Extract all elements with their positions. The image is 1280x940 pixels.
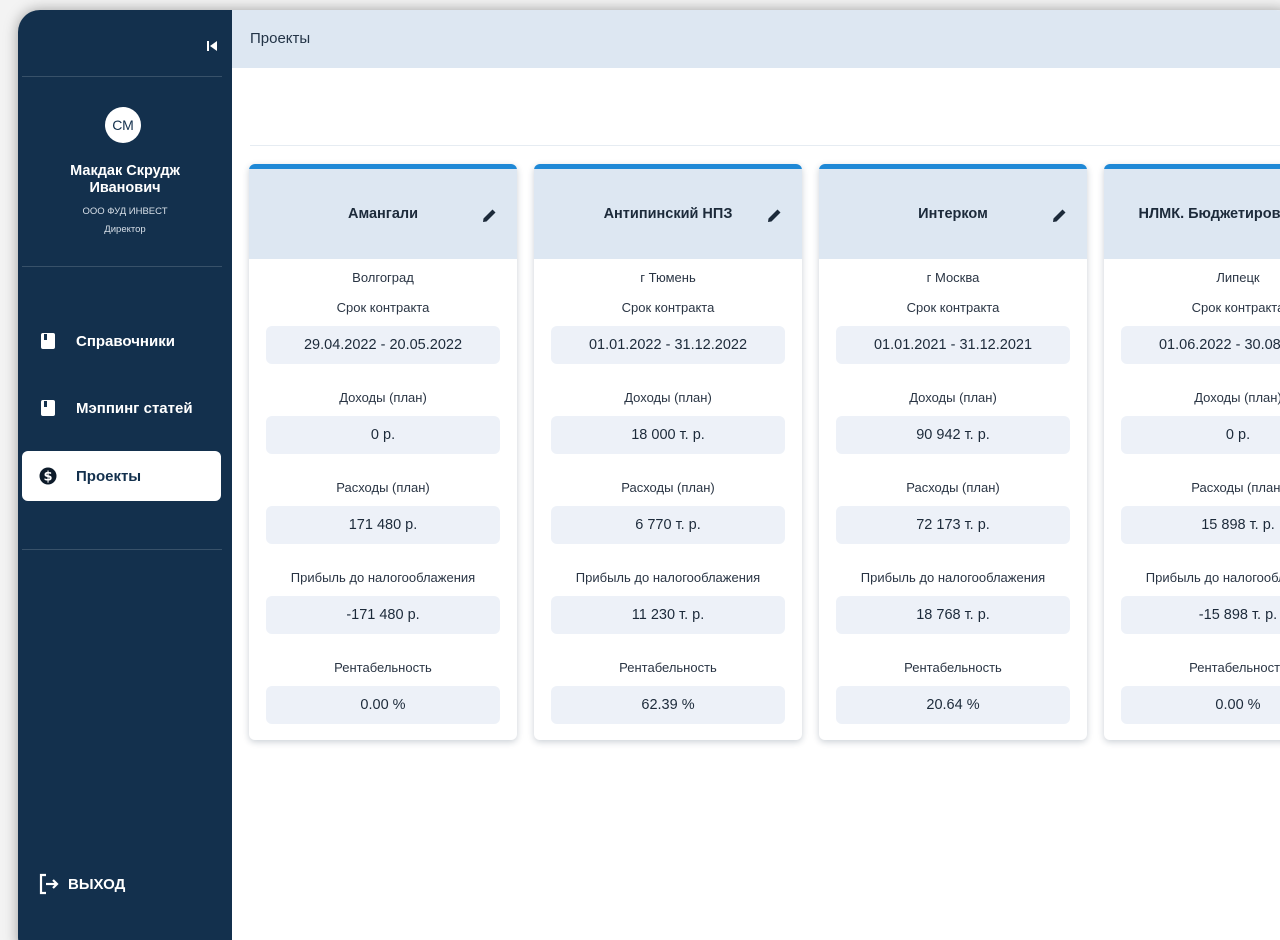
- income-value: 0 р.: [1121, 416, 1280, 454]
- project-city: Волгоград: [352, 270, 414, 285]
- income-label: Доходы (план): [909, 390, 997, 405]
- expenses-label: Расходы (план): [1191, 480, 1280, 495]
- contract-label: Срок контракта: [1191, 300, 1280, 315]
- edit-button[interactable]: [1051, 207, 1067, 223]
- profitability-value: 0.00 %: [266, 686, 500, 724]
- sidebar-item-mapping[interactable]: Мэппинг статей: [22, 383, 221, 433]
- profitability-label: Рентабельность: [619, 660, 717, 675]
- project-city: г Тюмень: [640, 270, 696, 285]
- sidebar-item-directories[interactable]: Справочники: [22, 316, 221, 366]
- contract-value: 01.01.2021 - 31.12.2021: [836, 326, 1070, 364]
- expenses-value: 72 173 т. р.: [836, 506, 1070, 544]
- income-label: Доходы (план): [339, 390, 427, 405]
- project-city: г Москва: [926, 270, 980, 285]
- sidebar-item-label: Справочники: [76, 332, 175, 350]
- project-card[interactable]: Антипинский НПЗ г Тюмень Срок контракта …: [534, 164, 802, 740]
- income-label: Доходы (план): [624, 390, 712, 405]
- edit-button[interactable]: [766, 207, 782, 223]
- profitability-value: 0.00 %: [1121, 686, 1280, 724]
- book-icon: [39, 332, 57, 350]
- user-name: Макдак Скрудж Иванович: [18, 163, 232, 197]
- profitability-label: Рентабельность: [1189, 660, 1280, 675]
- pencil-icon: [482, 209, 495, 222]
- profit-value: 18 768 т. р.: [836, 596, 1070, 634]
- income-value: 0 р.: [266, 416, 500, 454]
- contract-label: Срок контракта: [336, 300, 430, 315]
- card-header: Амангали: [249, 169, 517, 259]
- project-card[interactable]: НЛМК. Бюджетирование ИТ Липецк Срок конт…: [1104, 164, 1280, 740]
- sidebar-divider: [22, 76, 222, 77]
- expenses-label: Расходы (план): [906, 480, 1000, 495]
- logout-label: ВЫХОД: [68, 875, 126, 893]
- collapse-left-icon: [207, 41, 217, 51]
- expenses-label: Расходы (план): [621, 480, 715, 495]
- project-title: Амангали: [347, 205, 419, 222]
- card-header: Интерком: [819, 169, 1087, 259]
- income-label: Доходы (план): [1194, 390, 1280, 405]
- avatar[interactable]: СМ: [105, 107, 141, 143]
- profit-label: Прибыль до налогооблажения: [290, 570, 476, 585]
- profit-label: Прибыль до налогооблажения: [860, 570, 1046, 585]
- expenses-label: Расходы (план): [336, 480, 430, 495]
- dollar-icon: $: [39, 467, 57, 485]
- app-window: СМ Макдак Скрудж Иванович ООО ФУД ИНВЕСТ…: [18, 10, 1280, 940]
- main-content: Проекты Амангали Волгоград Срок контракт…: [232, 10, 1280, 940]
- project-title: Интерком: [918, 205, 988, 222]
- user-role: Директор: [104, 224, 146, 235]
- content-divider: [250, 145, 1280, 146]
- project-title: Антипинский НПЗ: [603, 205, 733, 222]
- contract-value: 29.04.2022 - 20.05.2022: [266, 326, 500, 364]
- income-value: 18 000 т. р.: [551, 416, 785, 454]
- expenses-value: 15 898 т. р.: [1121, 506, 1280, 544]
- profitability-value: 62.39 %: [551, 686, 785, 724]
- project-city: Липецк: [1216, 270, 1260, 285]
- sidebar-divider: [22, 549, 222, 550]
- expenses-value: 6 770 т. р.: [551, 506, 785, 544]
- pencil-icon: [767, 209, 780, 222]
- sidebar-divider: [22, 266, 222, 267]
- card-header: Антипинский НПЗ: [534, 169, 802, 259]
- project-card[interactable]: Интерком г Москва Срок контракта 01.01.2…: [819, 164, 1087, 740]
- sidebar: СМ Макдак Скрудж Иванович ООО ФУД ИНВЕСТ…: [18, 10, 232, 940]
- income-value: 90 942 т. р.: [836, 416, 1070, 454]
- contract-label: Срок контракта: [906, 300, 1000, 315]
- profitability-label: Рентабельность: [334, 660, 432, 675]
- user-name-line1: Макдак Скрудж: [70, 163, 180, 179]
- sidebar-item-projects[interactable]: $ Проекты: [22, 451, 221, 501]
- expenses-value: 171 480 р.: [266, 506, 500, 544]
- contract-value: 01.06.2022 - 30.08.2022: [1121, 326, 1280, 364]
- card-header: НЛМК. Бюджетирование ИТ: [1104, 169, 1280, 259]
- page-title: Проекты: [250, 30, 311, 47]
- book-icon: [39, 399, 57, 417]
- profit-label: Прибыль до налогооблажения: [1145, 570, 1280, 585]
- contract-value: 01.01.2022 - 31.12.2022: [551, 326, 785, 364]
- profit-value: -171 480 р.: [266, 596, 500, 634]
- project-card[interactable]: Амангали Волгоград Срок контракта 29.04.…: [249, 164, 517, 740]
- profit-label: Прибыль до налогооблажения: [575, 570, 761, 585]
- user-name-line2: Иванович: [89, 180, 161, 196]
- logout-icon: [38, 873, 60, 895]
- topbar: Проекты: [232, 10, 1280, 68]
- contract-label: Срок контракта: [621, 300, 715, 315]
- edit-button[interactable]: [481, 207, 497, 223]
- profitability-label: Рентабельность: [904, 660, 1002, 675]
- logout-button[interactable]: ВЫХОД: [38, 873, 125, 895]
- profitability-value: 20.64 %: [836, 686, 1070, 724]
- collapse-sidebar-button[interactable]: [204, 38, 220, 54]
- project-title: НЛМК. Бюджетирование ИТ: [1138, 205, 1280, 222]
- user-company: ООО ФУД ИНВЕСТ: [82, 206, 168, 217]
- profit-value: 11 230 т. р.: [551, 596, 785, 634]
- sidebar-item-label: Проекты: [76, 467, 142, 485]
- svg-text:$: $: [43, 470, 52, 485]
- pencil-icon: [1052, 209, 1065, 222]
- sidebar-item-label: Мэппинг статей: [76, 399, 193, 417]
- profit-value: -15 898 т. р.: [1121, 596, 1280, 634]
